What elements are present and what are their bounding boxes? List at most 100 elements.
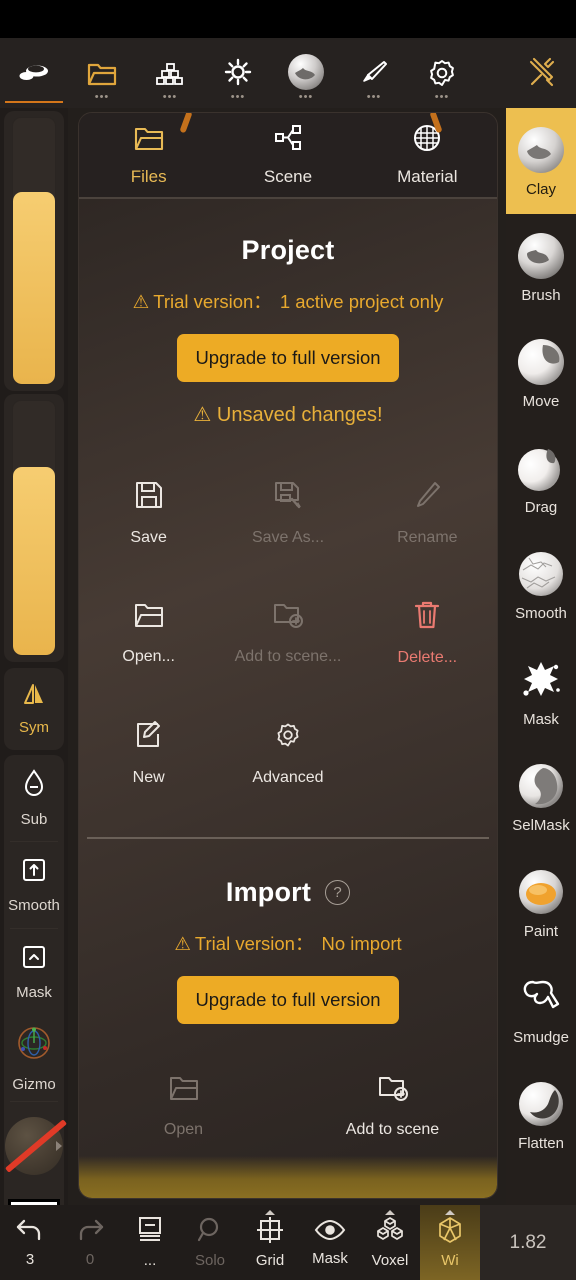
topbar-dots: ••• <box>162 91 178 103</box>
topbar-dots: ••• <box>230 91 246 103</box>
topbar-item-sculpt[interactable] <box>0 38 68 108</box>
voxel-cubes-icon <box>374 1216 406 1248</box>
intensity-slider[interactable] <box>4 394 64 662</box>
sidebar-label: Sym <box>19 719 49 736</box>
tool-clay[interactable]: Clay <box>506 108 576 214</box>
import-title: Import <box>225 877 312 907</box>
tool-flatten[interactable]: Flatten <box>506 1062 576 1168</box>
project-title: Project <box>241 235 335 265</box>
bottom-wireframe[interactable]: Wi <box>420 1205 480 1280</box>
action-label: New <box>132 768 165 786</box>
sidebar-item-gizmo[interactable]: Gizmo <box>4 1015 64 1101</box>
active-underline <box>5 101 63 103</box>
import-action-add-to-scene[interactable]: Add to scene <box>288 1046 497 1166</box>
smudge-icon <box>523 980 560 1009</box>
action-advanced[interactable]: Advanced <box>218 693 357 813</box>
material-swatch[interactable] <box>4 1102 68 1190</box>
tool-mask[interactable]: Mask <box>506 638 576 744</box>
bottom-mask[interactable]: Mask <box>300 1205 360 1280</box>
action-new[interactable]: New <box>79 693 218 813</box>
app-root: ••• ••• ••• ••• ••• ••• Sym Sub Smooth M… <box>0 0 576 1280</box>
action-rename: Rename <box>358 453 497 573</box>
import-actions-grid: Open Add to scene <box>79 1046 497 1166</box>
tool-smudge[interactable]: Smudge <box>506 956 576 1062</box>
tool-brush[interactable]: Brush <box>506 214 576 320</box>
tool-label: Drag <box>524 499 558 516</box>
topbar-item-files[interactable]: ••• <box>68 38 136 108</box>
bottom-voxel[interactable]: Voxel <box>360 1205 420 1280</box>
tab-files[interactable]: Files <box>79 123 218 187</box>
topbar-dots: ••• <box>366 91 382 103</box>
tool-paint[interactable]: Paint <box>506 850 576 956</box>
bottom-layers[interactable]: ... <box>120 1205 180 1280</box>
action-label: Advanced <box>252 768 324 786</box>
import-upgrade-button[interactable]: Upgrade to full version <box>177 976 399 1024</box>
symmetry-icon <box>21 682 47 710</box>
tool-drag[interactable]: Drag <box>506 426 576 532</box>
selmask-ball-icon <box>519 764 563 808</box>
topbar-item-layers[interactable]: ••• <box>136 38 204 108</box>
pencil-icon <box>412 480 442 515</box>
smooth-ball-icon <box>519 552 563 596</box>
topbar-dots: ••• <box>298 91 314 103</box>
sidebar-item-sym[interactable]: Sym <box>4 668 64 750</box>
sidebar-item-smooth[interactable]: Smooth <box>4 842 64 928</box>
action-delete[interactable]: Delete... <box>358 573 497 693</box>
action-label: Add to scene <box>345 1120 440 1138</box>
trial-value: 1 active project only <box>279 291 444 312</box>
import-section: Import ? ⚠ Trial version： No import Upgrad… <box>79 839 497 1166</box>
unsaved-text: Unsaved changes! <box>216 404 383 426</box>
bottom-undo[interactable]: 3 <box>0 1205 60 1280</box>
panel-body: Project ⚠ Trial version： 1 active project … <box>79 199 497 1198</box>
tab-material[interactable]: Material <box>358 123 497 187</box>
status-bar <box>0 0 576 38</box>
gizmo-icon <box>14 1023 54 1067</box>
project-section: Project ⚠ Trial version： 1 active project … <box>79 199 497 813</box>
tool-label: Brush <box>521 287 561 304</box>
clay-stroke-icon <box>19 65 48 80</box>
zoom-value: 1.82 <box>480 1205 576 1280</box>
topbar-dots: ••• <box>94 91 110 103</box>
sphere-icon <box>288 54 324 90</box>
warning-triangle-icon: ⚠ <box>174 933 191 954</box>
topbar-item-settings[interactable]: ••• <box>408 38 476 108</box>
tool-smooth[interactable]: Smooth <box>506 532 576 638</box>
tab-label: Files <box>130 167 167 186</box>
tab-label: Scene <box>263 167 313 186</box>
action-save[interactable]: Save <box>79 453 218 573</box>
left-sidebar: Sym Sub Smooth Mask Gizmo <box>0 108 68 1260</box>
grid-frame-icon <box>256 1216 284 1248</box>
gear-icon <box>273 720 303 755</box>
bottom-redo: 0 <box>60 1205 120 1280</box>
sidebar-item-sub[interactable]: Sub <box>4 755 64 841</box>
move-ball-icon <box>518 339 564 385</box>
sidebar-item-mask[interactable]: Mask <box>4 929 64 1015</box>
bottom-toolbar: 3 0 ... Solo Grid Mask Voxel Wi 1.82 <box>0 1205 576 1280</box>
clay-ball-icon <box>518 127 564 173</box>
bottom-label: 0 <box>85 1251 95 1268</box>
layers-list-icon <box>137 1216 163 1248</box>
sidebar-label: Gizmo <box>12 1076 56 1093</box>
radius-slider[interactable] <box>4 111 64 391</box>
bottom-solo: Solo <box>180 1205 240 1280</box>
trial-value: No import <box>321 933 402 954</box>
topbar-item-lighting[interactable]: ••• <box>204 38 272 108</box>
project-upgrade-button[interactable]: Upgrade to full version <box>177 334 399 382</box>
warning-triangle-icon: ⚠ <box>132 291 150 312</box>
topbar-item-tools[interactable] <box>508 38 576 108</box>
tool-move[interactable]: Move <box>506 320 576 426</box>
bottom-grid[interactable]: Grid <box>240 1205 300 1280</box>
tab-scene[interactable]: Scene <box>218 123 357 187</box>
tool-selmask[interactable]: SelMask <box>506 744 576 850</box>
question-mark-icon[interactable]: ? <box>325 880 351 905</box>
topbar-item-paint[interactable]: ••• <box>340 38 408 108</box>
save-icon <box>134 480 164 515</box>
redo-icon <box>75 1217 105 1247</box>
action-open[interactable]: Open... <box>79 573 218 693</box>
bottom-label: Solo <box>194 1252 226 1269</box>
sidebar-label: Smooth <box>8 897 60 914</box>
topbar-item-material[interactable]: ••• <box>272 38 340 108</box>
gear-icon <box>430 60 454 86</box>
eye-icon <box>314 1218 346 1246</box>
brush-ball-icon <box>518 233 564 279</box>
